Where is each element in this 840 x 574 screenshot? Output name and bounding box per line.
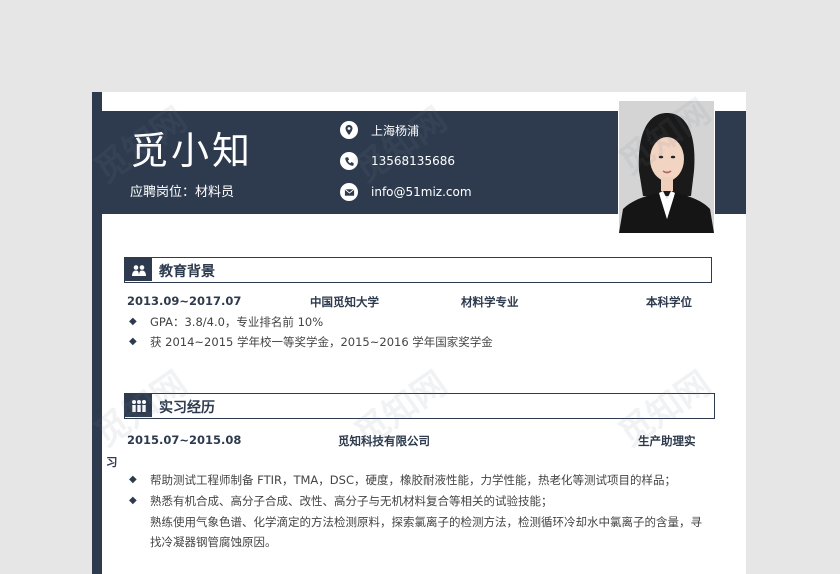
education-school: 中国觅知大学 <box>310 295 379 309</box>
education-degree: 本科学位 <box>646 295 692 309</box>
internship-icon <box>125 394 152 417</box>
profile-photo <box>618 100 715 234</box>
contact-phone: 13568135686 <box>340 150 455 172</box>
section-title-internship: 实习经历 <box>159 400 215 416</box>
internship-continuation-2: 找冷凝器钢管腐蚀原因。 <box>150 535 277 549</box>
internship-bullet-1: 帮助测试工程师制备 FTIR，TMA，DSC，硬度，橡胶耐液性能，力学性能，热老… <box>150 473 676 487</box>
section-header-education: 教育背景 <box>124 257 712 283</box>
internship-company: 觅知科技有限公司 <box>338 434 430 448</box>
bullet-diamond-icon: ◆ <box>129 336 137 347</box>
section-header-internship: 实习经历 <box>124 393 715 419</box>
bullet-diamond-icon: ◆ <box>129 316 137 327</box>
internship-bullet-2: 熟悉有机合成、高分子合成、改性、高分子与无机材料复合等相关的试验技能； <box>150 494 553 508</box>
candidate-name: 觅小知 <box>130 129 254 173</box>
bullet-diamond-icon: ◆ <box>129 495 137 506</box>
email-icon <box>340 183 358 201</box>
email-text[interactable]: info@51miz.com <box>371 185 472 199</box>
location-pin-icon <box>340 121 358 139</box>
internship-continuation-1: 熟练使用气象色谱、化学滴定的方法检测原料，探索氯离子的检测方法，检测循环冷却水中… <box>150 515 702 529</box>
education-bullet-2: 获 2014~2015 学年校一等奖学金，2015~2016 学年国家奖学金 <box>150 335 493 349</box>
job-position: 应聘岗位：材料员 <box>130 185 235 200</box>
contact-email: info@51miz.com <box>340 181 472 203</box>
internship-role: 生产助理实 <box>638 434 696 448</box>
education-icon <box>125 258 152 281</box>
internship-role-wrap: 习 <box>106 455 118 469</box>
education-major: 材料学专业 <box>461 295 519 309</box>
bullet-diamond-icon: ◆ <box>129 474 137 485</box>
education-bullet-1: GPA：3.8/4.0，专业排名前 10% <box>150 315 324 329</box>
internship-date: 2015.07~2015.08 <box>127 433 242 447</box>
contact-location: 上海杨浦 <box>340 119 419 141</box>
education-date: 2013.09~2017.07 <box>127 294 242 308</box>
location-text: 上海杨浦 <box>371 123 420 138</box>
section-title-education: 教育背景 <box>159 264 215 280</box>
phone-text[interactable]: 13568135686 <box>371 154 455 168</box>
phone-icon <box>340 152 358 170</box>
